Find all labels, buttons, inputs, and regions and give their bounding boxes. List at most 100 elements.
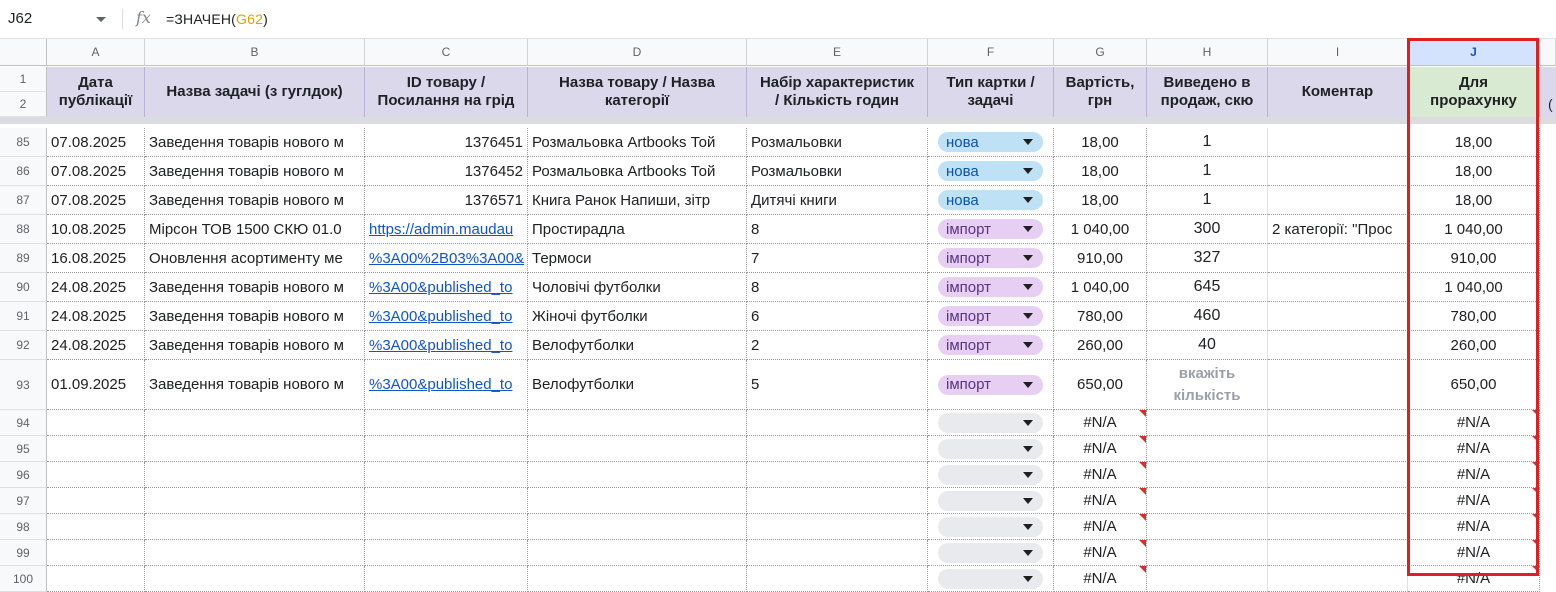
type-dropdown-chip[interactable] — [938, 438, 1043, 459]
type-dropdown-chip[interactable]: імпорт — [938, 219, 1043, 239]
formula-input[interactable]: =ЗНАЧЕН(G62) — [166, 11, 268, 27]
freeze-divider[interactable] — [0, 117, 1556, 124]
dropdown-arrow-icon[interactable] — [1023, 313, 1033, 319]
cell-g-100[interactable]: #N/A — [1054, 566, 1147, 592]
cell-f-89[interactable]: імпорт — [928, 244, 1054, 273]
row-header[interactable]: 90 — [0, 273, 47, 302]
cell-g-87[interactable]: 18,00 — [1054, 186, 1147, 215]
cell-e-88[interactable]: 8 — [747, 215, 928, 244]
cell-e-93[interactable]: 5 — [747, 360, 928, 410]
cell-c-93[interactable]: %3A00&published_to — [365, 360, 528, 410]
cell-h-95[interactable] — [1147, 436, 1268, 462]
cell-j-90[interactable]: 1 040,00 — [1408, 273, 1540, 302]
type-dropdown-chip[interactable] — [938, 490, 1043, 511]
dropdown-arrow-icon[interactable] — [1023, 226, 1033, 232]
header-cell-a[interactable]: Дата публікації — [47, 67, 145, 117]
cell-e-86[interactable]: Розмальовки — [747, 157, 928, 186]
cell-f-99[interactable] — [928, 540, 1054, 566]
row-header[interactable]: 93 — [0, 360, 47, 410]
cell-a-91[interactable]: 24.08.2025 — [47, 302, 145, 331]
cell-h-85[interactable]: 1 — [1147, 128, 1268, 157]
row-header[interactable]: 96 — [0, 462, 47, 488]
chevron-down-icon[interactable] — [96, 17, 106, 22]
cell-i-95[interactable] — [1268, 436, 1408, 462]
cell-g-99[interactable]: #N/A — [1054, 540, 1147, 566]
type-dropdown-chip[interactable]: імпорт — [938, 335, 1043, 355]
type-dropdown-chip[interactable]: імпорт — [938, 248, 1043, 268]
cell-e-97[interactable] — [747, 488, 928, 514]
cell-e-94[interactable] — [747, 410, 928, 436]
cell-i-100[interactable] — [1268, 566, 1408, 592]
column-header-g[interactable]: G — [1054, 39, 1147, 66]
column-header-d[interactable]: D — [528, 39, 747, 66]
cell-f-94[interactable] — [928, 410, 1054, 436]
row-header[interactable]: 100 — [0, 566, 47, 592]
cell-h-93[interactable]: вкажіть кількість — [1147, 360, 1268, 410]
cell-f-97[interactable] — [928, 488, 1054, 514]
cell-f-86[interactable]: нова — [928, 157, 1054, 186]
column-header-i[interactable]: I — [1268, 39, 1408, 66]
cell-h-98[interactable] — [1147, 514, 1268, 540]
cell-g-93[interactable]: 650,00 — [1054, 360, 1147, 410]
row-header[interactable]: 87 — [0, 186, 47, 215]
dropdown-arrow-icon[interactable] — [1023, 255, 1033, 261]
column-header-overflow[interactable] — [1540, 39, 1556, 66]
cell-j-86[interactable]: 18,00 — [1408, 157, 1540, 186]
cell-d-93[interactable]: Велофутболки — [528, 360, 747, 410]
cell-a-97[interactable] — [47, 488, 145, 514]
cell-d-85[interactable]: Розмальовка Artbooks Той — [528, 128, 747, 157]
cell-c-90[interactable]: %3A00&published_to — [365, 273, 528, 302]
cell-h-100[interactable] — [1147, 566, 1268, 592]
dropdown-arrow-icon[interactable] — [1023, 445, 1033, 452]
header-cell-f[interactable]: Тип картки / задачі — [928, 67, 1054, 117]
cell-a-96[interactable] — [47, 462, 145, 488]
cell-a-100[interactable] — [47, 566, 145, 592]
cell-i-85[interactable] — [1268, 128, 1408, 157]
cell-f-85[interactable]: нова — [928, 128, 1054, 157]
cell-c-100[interactable] — [365, 566, 528, 592]
cell-f-91[interactable]: імпорт — [928, 302, 1054, 331]
cell-i-96[interactable] — [1268, 462, 1408, 488]
cell-f-88[interactable]: імпорт — [928, 215, 1054, 244]
cell-g-92[interactable]: 260,00 — [1054, 331, 1147, 360]
cell-i-93[interactable] — [1268, 360, 1408, 410]
header-cell-d[interactable]: Назва товару / Назва категорії — [528, 67, 747, 117]
cell-f-92[interactable]: імпорт — [928, 331, 1054, 360]
type-dropdown-chip[interactable] — [938, 568, 1043, 589]
type-dropdown-chip[interactable] — [938, 542, 1043, 563]
cell-d-87[interactable]: Книга Ранок Напиши, зітр — [528, 186, 747, 215]
cell-j-85[interactable]: 18,00 — [1408, 128, 1540, 157]
cell-c-97[interactable] — [365, 488, 528, 514]
header-cell-h[interactable]: Виведено в продаж, скю — [1147, 67, 1268, 117]
cell-c-96[interactable] — [365, 462, 528, 488]
type-dropdown-chip[interactable]: нова — [938, 190, 1043, 210]
row-header[interactable]: 95 — [0, 436, 47, 462]
cell-b-90[interactable]: Заведення товарів нового м — [145, 273, 365, 302]
cell-g-86[interactable]: 18,00 — [1054, 157, 1147, 186]
cell-h-89[interactable]: 327 — [1147, 244, 1268, 273]
cell-a-95[interactable] — [47, 436, 145, 462]
cell-g-90[interactable]: 1 040,00 — [1054, 273, 1147, 302]
dropdown-arrow-icon[interactable] — [1023, 523, 1033, 530]
cell-a-87[interactable]: 07.08.2025 — [47, 186, 145, 215]
cell-i-94[interactable] — [1268, 410, 1408, 436]
cell-b-98[interactable] — [145, 514, 365, 540]
cell-d-91[interactable]: Жіночі футболки — [528, 302, 747, 331]
cell-d-94[interactable] — [528, 410, 747, 436]
column-header-e[interactable]: E — [747, 39, 928, 66]
name-box[interactable]: J62 — [0, 0, 118, 38]
cell-i-86[interactable] — [1268, 157, 1408, 186]
cell-j-89[interactable]: 910,00 — [1408, 244, 1540, 273]
type-dropdown-chip[interactable]: імпорт — [938, 277, 1043, 297]
cell-b-93[interactable]: Заведення товарів нового м — [145, 360, 365, 410]
cell-e-98[interactable] — [747, 514, 928, 540]
cell-d-99[interactable] — [528, 540, 747, 566]
cell-h-91[interactable]: 460 — [1147, 302, 1268, 331]
cell-b-89[interactable]: Оновлення асортименту ме — [145, 244, 365, 273]
cell-a-92[interactable]: 24.08.2025 — [47, 331, 145, 360]
cell-c-98[interactable] — [365, 514, 528, 540]
cell-f-90[interactable]: імпорт — [928, 273, 1054, 302]
cell-b-92[interactable]: Заведення товарів нового м — [145, 331, 365, 360]
dropdown-arrow-icon[interactable] — [1023, 197, 1033, 203]
cell-d-86[interactable]: Розмальовка Artbooks Той — [528, 157, 747, 186]
